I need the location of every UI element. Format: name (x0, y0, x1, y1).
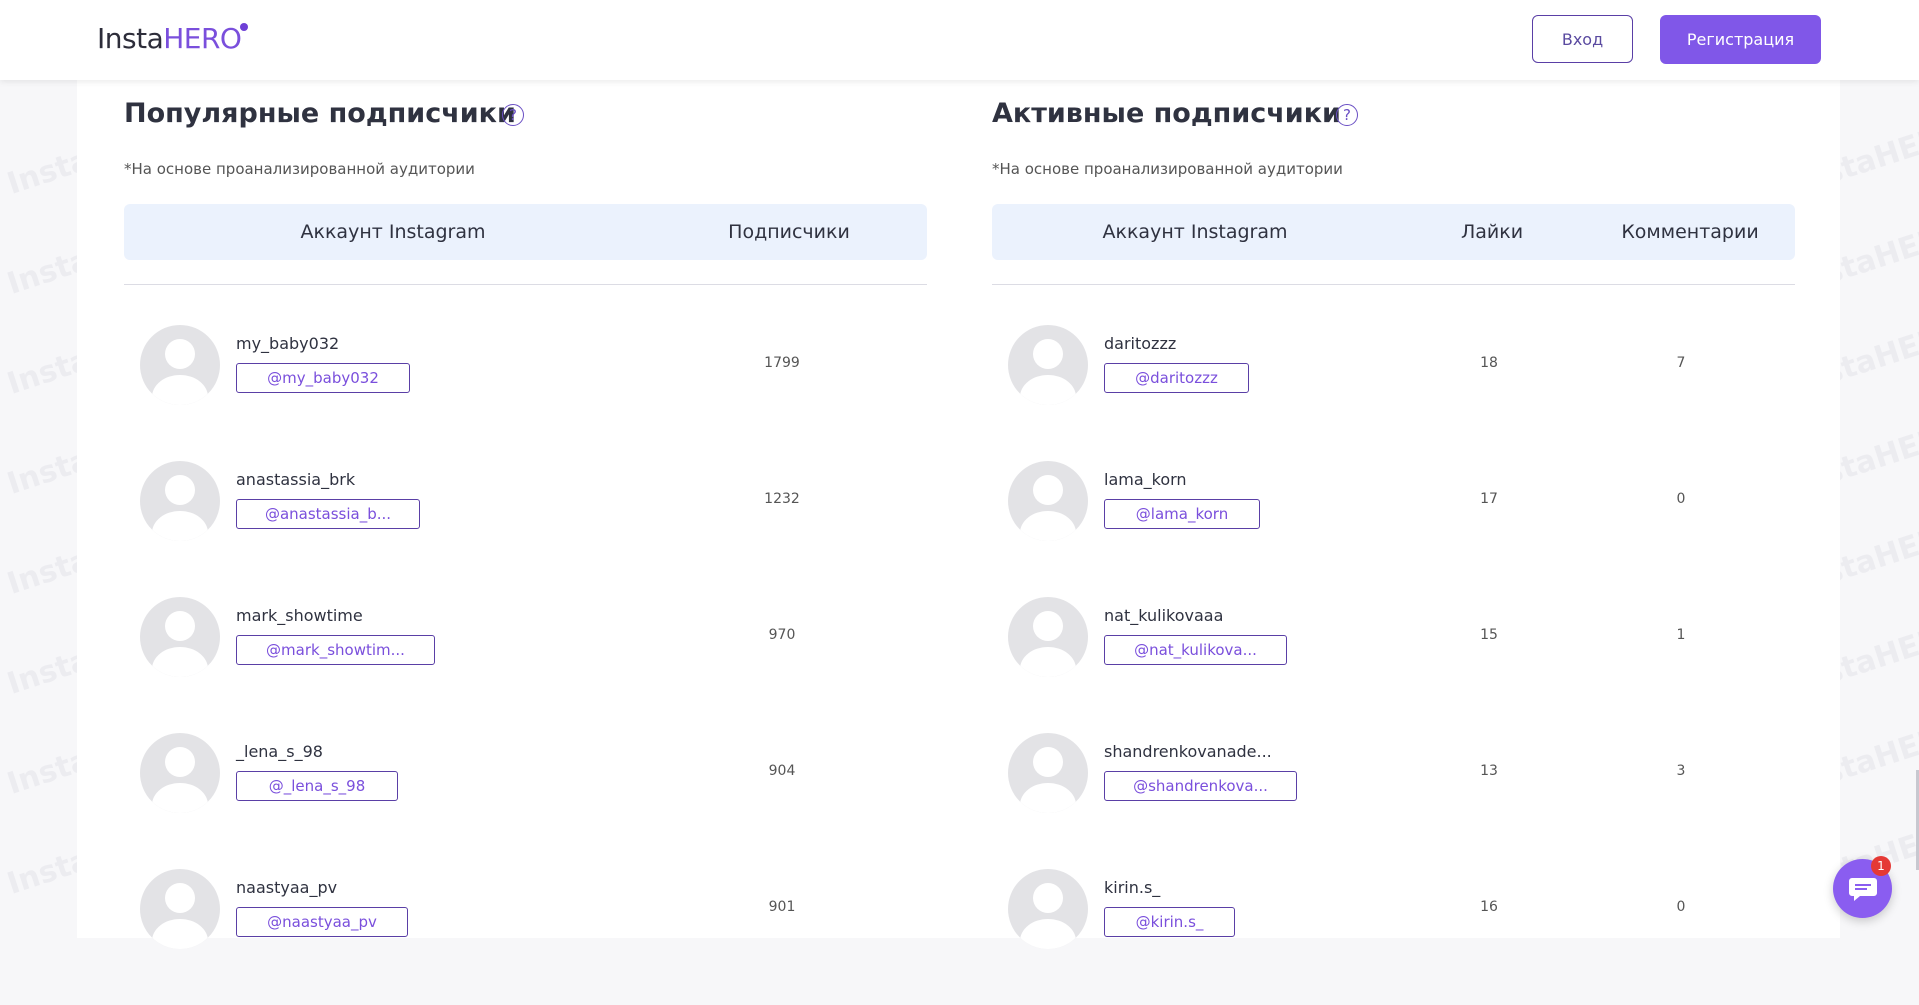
avatar (140, 869, 220, 949)
profile-handle-button[interactable]: @mark_showtim... (236, 635, 435, 665)
username: nat_kulikovaaa (1104, 606, 1224, 625)
username: _lena_s_98 (236, 742, 323, 761)
profile-handle-button[interactable]: @anastassia_b... (236, 499, 420, 529)
avatar (140, 733, 220, 813)
chat-bubble-icon (1848, 877, 1877, 901)
section-note: *На основе проанализированной аудитории (992, 160, 1343, 178)
avatar (1008, 461, 1088, 541)
avatar (140, 461, 220, 541)
profile-handle-button[interactable]: @daritozzz (1104, 363, 1249, 393)
login-button[interactable]: Вход (1532, 15, 1633, 63)
column-header-followers: Подписчики (728, 221, 850, 243)
column-header-likes: Лайки (1460, 221, 1524, 243)
table-row[interactable]: nat_kulikovaaa @nat_kulikova... 15 1 (992, 597, 1795, 733)
likes-count: 16 (1480, 899, 1498, 915)
username: mark_showtime (236, 606, 363, 625)
avatar (1008, 325, 1088, 405)
likes-count: 15 (1480, 627, 1498, 643)
profile-handle-button[interactable]: @naastyaa_pv (236, 907, 408, 937)
table-row[interactable]: naastyaa_pv @naastyaa_pv 901 (124, 869, 927, 1005)
likes-count: 13 (1480, 763, 1498, 779)
username: kirin.s_ (1104, 878, 1161, 897)
profile-handle-button[interactable]: @shandrenkova... (1104, 771, 1297, 801)
table-row[interactable]: shandrenkovanade... @shandrenkova... 13 … (992, 733, 1795, 869)
followers-count: 1799 (764, 355, 800, 371)
table-row[interactable]: daritozzz @daritozzz 18 7 (992, 325, 1795, 461)
avatar (1008, 869, 1088, 949)
username: daritozzz (1104, 334, 1177, 353)
section-title: Активные подписчики (992, 98, 1341, 129)
avatar (1008, 597, 1088, 677)
comments-count: 3 (1676, 763, 1686, 779)
profile-handle-button[interactable]: @kirin.s_ (1104, 907, 1235, 937)
comments-count: 7 (1676, 355, 1686, 371)
table-header: Аккаунт Instagram Подписчики (124, 204, 927, 260)
profile-handle-button[interactable]: @my_baby032 (236, 363, 410, 393)
section-note: *На основе проанализированной аудитории (124, 160, 475, 178)
column-header-account: Аккаунт Instagram (1102, 221, 1288, 243)
main-card: Популярные подписчики ? *На основе проан… (77, 80, 1840, 949)
followers-count: 901 (768, 899, 796, 915)
username: naastyaa_pv (236, 878, 338, 897)
table-row[interactable]: mark_showtime @mark_showtim... 970 (124, 597, 927, 733)
table-header: Аккаунт Instagram Лайки Комментарии (992, 204, 1795, 260)
avatar (1008, 733, 1088, 813)
likes-count: 17 (1480, 491, 1498, 507)
column-header-comments: Комментарии (1621, 221, 1759, 243)
likes-count: 18 (1480, 355, 1498, 371)
username: shandrenkovanade... (1104, 742, 1272, 761)
logo-text-hero: HERO (163, 22, 242, 55)
table-row[interactable]: kirin.s_ @kirin.s_ 16 0 (992, 869, 1795, 1005)
comments-count: 1 (1676, 627, 1686, 643)
help-icon[interactable]: ? (502, 104, 524, 126)
top-header: InstaHERO Вход Регистрация (0, 0, 1919, 80)
divider (992, 284, 1795, 285)
username: my_baby032 (236, 334, 340, 353)
followers-count: 904 (768, 763, 796, 779)
username: lama_korn (1104, 470, 1187, 489)
profile-handle-button[interactable]: @nat_kulikova... (1104, 635, 1287, 665)
profile-handle-button[interactable]: @lama_korn (1104, 499, 1260, 529)
table-row[interactable]: my_baby032 @my_baby032 1799 (124, 325, 927, 461)
section-title: Популярные подписчики (124, 98, 516, 129)
comments-count: 0 (1676, 899, 1686, 915)
table-row[interactable]: anastassia_brk @anastassia_b... 1232 (124, 461, 927, 597)
followers-count: 970 (768, 627, 796, 643)
avatar (140, 325, 220, 405)
notification-badge: 1 (1871, 856, 1891, 876)
logo-text-insta: Insta (97, 22, 164, 55)
profile-handle-button[interactable]: @_lena_s_98 (236, 771, 398, 801)
column-header-account: Аккаунт Instagram (300, 221, 486, 243)
help-icon[interactable]: ? (1336, 104, 1358, 126)
table-row[interactable]: lama_korn @lama_korn 17 0 (992, 461, 1795, 597)
register-button[interactable]: Регистрация (1660, 15, 1821, 64)
comments-count: 0 (1676, 491, 1686, 507)
logo-dot-icon (240, 23, 248, 31)
logo[interactable]: InstaHERO (97, 22, 242, 55)
avatar (140, 597, 220, 677)
username: anastassia_brk (236, 470, 356, 489)
divider (124, 284, 927, 285)
table-row[interactable]: _lena_s_98 @_lena_s_98 904 (124, 733, 927, 869)
followers-count: 1232 (764, 491, 800, 507)
